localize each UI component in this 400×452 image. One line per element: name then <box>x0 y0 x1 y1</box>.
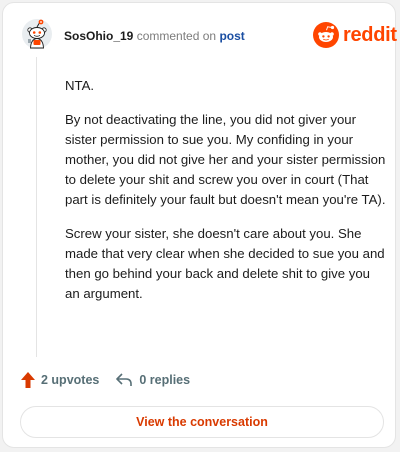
post-link[interactable]: post <box>219 29 244 43</box>
upvote-count: 2 upvotes <box>41 373 100 387</box>
upvote-button[interactable]: 2 upvotes <box>21 372 99 388</box>
reply-arrow-icon <box>116 373 133 386</box>
reddit-snoo-icon <box>313 22 339 48</box>
reddit-wordmark: reddit <box>343 24 397 46</box>
reply-count: 0 replies <box>139 373 191 387</box>
upvote-arrow-icon <box>21 372 35 388</box>
comment-header: SosOhio_19 commented on post <box>64 29 245 43</box>
comment-paragraph: By not deactivating the line, you did no… <box>65 112 386 207</box>
comment-card: SosOhio_19 commented on post reddit NTA.… <box>2 2 397 448</box>
comment-paragraph: NTA. <box>65 78 95 93</box>
comment-actions: 2 upvotes 0 replies <box>21 372 190 388</box>
reddit-logo[interactable]: reddit <box>313 22 397 48</box>
thread-line <box>36 57 37 357</box>
commented-on-text: commented on <box>136 29 217 43</box>
username-link[interactable]: SosOhio_19 <box>64 29 133 43</box>
comment-body: NTA. By not deactivating the line, you d… <box>65 76 387 318</box>
user-avatar[interactable] <box>21 18 53 50</box>
reply-button[interactable]: 0 replies <box>115 373 190 387</box>
comment-paragraph: Screw your sister, she doesn't care abou… <box>65 226 385 301</box>
view-conversation-button[interactable]: View the conversation <box>20 406 384 438</box>
